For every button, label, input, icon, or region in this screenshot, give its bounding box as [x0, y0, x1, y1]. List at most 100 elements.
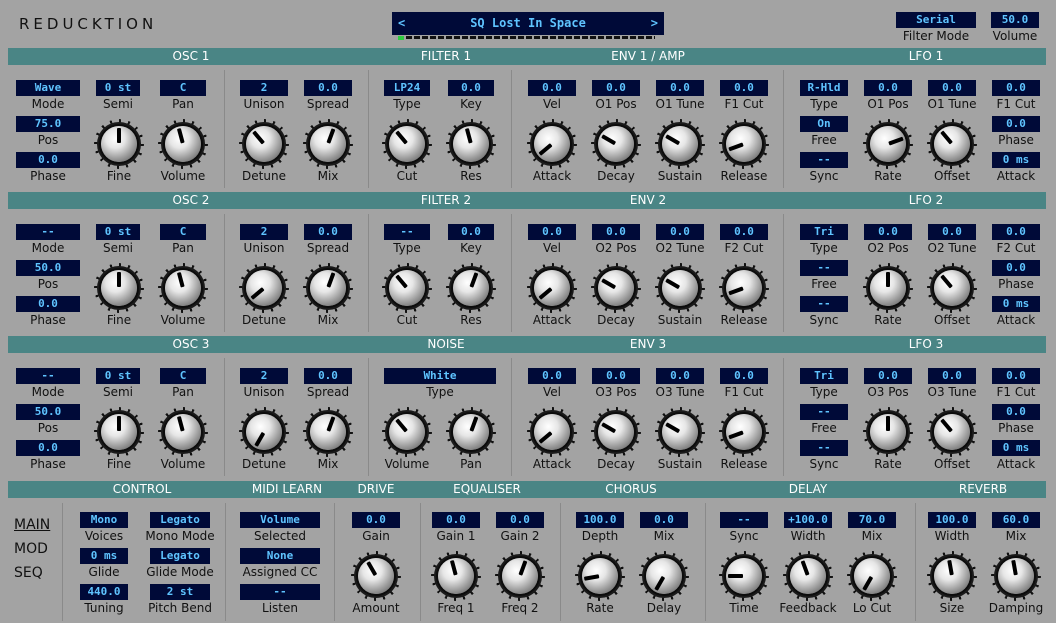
- osc3-semi-value[interactable]: 0 st: [96, 368, 140, 384]
- osc2-unison-value[interactable]: 2: [240, 224, 288, 240]
- osc3-unison-value[interactable]: 2: [240, 368, 288, 384]
- eq-gain1-value[interactable]: 0.0: [432, 512, 480, 528]
- eq-freq1-knob[interactable]: [438, 558, 474, 594]
- lfo2-mod-c-value[interactable]: 0.0: [992, 224, 1040, 240]
- lfo1-mod-c-value[interactable]: 0.0: [992, 80, 1040, 96]
- lfo2-free-value[interactable]: --: [800, 260, 848, 276]
- lfo2-mod-b-value[interactable]: 0.0: [928, 224, 976, 240]
- lfo1-mod-a-value[interactable]: 0.0: [864, 80, 912, 96]
- lfo1-phase-value[interactable]: 0.0: [992, 116, 1040, 132]
- lfo2-type-value[interactable]: Tri: [800, 224, 848, 240]
- lfo1-free-value[interactable]: On: [800, 116, 848, 132]
- osc1-mode-value[interactable]: Wave: [16, 80, 80, 96]
- osc1-detune-knob[interactable]: [246, 126, 282, 162]
- osc3-pan-value[interactable]: C: [160, 368, 206, 384]
- filter2-cut-knob[interactable]: [389, 270, 425, 306]
- osc1-pan-value[interactable]: C: [160, 80, 206, 96]
- env1-vel-value[interactable]: 0.0: [528, 80, 576, 96]
- next-preset-button[interactable]: >: [651, 12, 658, 35]
- filter1-type-value[interactable]: LP24: [384, 80, 430, 96]
- midi-listen-value[interactable]: --: [240, 584, 320, 600]
- env1-attack-knob[interactable]: [534, 126, 570, 162]
- osc3-volume-knob[interactable]: [165, 414, 201, 450]
- lfo3-rate-knob[interactable]: [870, 414, 906, 450]
- env1-sustain-knob[interactable]: [662, 126, 698, 162]
- osc1-unison-value[interactable]: 2: [240, 80, 288, 96]
- env3-mod-a-value[interactable]: 0.0: [592, 368, 640, 384]
- lfo3-mod-b-value[interactable]: 0.0: [928, 368, 976, 384]
- reverb-size-knob[interactable]: [934, 558, 970, 594]
- env1-decay-knob[interactable]: [598, 126, 634, 162]
- env3-attack-knob[interactable]: [534, 414, 570, 450]
- chorus-depth-value[interactable]: 100.0: [576, 512, 624, 528]
- osc2-volume-knob[interactable]: [165, 270, 201, 306]
- osc2-mix-knob[interactable]: [310, 270, 346, 306]
- env2-vel-value[interactable]: 0.0: [528, 224, 576, 240]
- reverb-mix-value[interactable]: 60.0: [992, 512, 1040, 528]
- osc2-phase-value[interactable]: 0.0: [16, 296, 80, 312]
- filter1-res-knob[interactable]: [453, 126, 489, 162]
- env2-release-knob[interactable]: [726, 270, 762, 306]
- lfo1-rate-knob[interactable]: [870, 126, 906, 162]
- chorus-rate-knob[interactable]: [582, 558, 618, 594]
- osc1-spread-value[interactable]: 0.0: [304, 80, 352, 96]
- mono-mode-value[interactable]: Legato: [150, 512, 210, 528]
- env1-mod-b-value[interactable]: 0.0: [656, 80, 704, 96]
- osc3-mode-value[interactable]: --: [16, 368, 80, 384]
- lfo1-attack-value[interactable]: 0 ms: [992, 152, 1040, 168]
- osc3-pos-value[interactable]: 50.0: [16, 404, 80, 420]
- lfo1-sync-value[interactable]: --: [800, 152, 848, 168]
- eq-gain2-value[interactable]: 0.0: [496, 512, 544, 528]
- env2-mod-a-value[interactable]: 0.0: [592, 224, 640, 240]
- delay-mix-value[interactable]: 70.0: [848, 512, 896, 528]
- reverb-damping-knob[interactable]: [998, 558, 1034, 594]
- noise-type-value[interactable]: White: [384, 368, 496, 384]
- filter1-cut-knob[interactable]: [389, 126, 425, 162]
- osc2-fine-knob[interactable]: [101, 270, 137, 306]
- lfo1-mod-b-value[interactable]: 0.0: [928, 80, 976, 96]
- osc1-semi-value[interactable]: 0 st: [96, 80, 140, 96]
- osc3-detune-knob[interactable]: [246, 414, 282, 450]
- lfo1-offset-knob[interactable]: [934, 126, 970, 162]
- lfo2-attack-value[interactable]: 0 ms: [992, 296, 1040, 312]
- env2-attack-knob[interactable]: [534, 270, 570, 306]
- osc1-pos-value[interactable]: 75.0: [16, 116, 80, 132]
- osc2-spread-value[interactable]: 0.0: [304, 224, 352, 240]
- lfo2-sync-value[interactable]: --: [800, 296, 848, 312]
- voices-value[interactable]: Mono: [80, 512, 128, 528]
- lfo3-offset-knob[interactable]: [934, 414, 970, 450]
- env2-sustain-knob[interactable]: [662, 270, 698, 306]
- midi-assigned-value[interactable]: None: [240, 548, 320, 564]
- master-volume-value[interactable]: 50.0: [991, 12, 1039, 28]
- env1-mod-c-value[interactable]: 0.0: [720, 80, 768, 96]
- filter2-res-knob[interactable]: [453, 270, 489, 306]
- noise-pan-knob[interactable]: [453, 414, 489, 450]
- osc1-mix-knob[interactable]: [310, 126, 346, 162]
- osc2-pan-value[interactable]: C: [160, 224, 206, 240]
- delay-time-knob[interactable]: [726, 558, 762, 594]
- lfo2-phase-value[interactable]: 0.0: [992, 260, 1040, 276]
- tuning-value[interactable]: 440.0: [80, 584, 128, 600]
- filter2-key-value[interactable]: 0.0: [448, 224, 494, 240]
- osc1-volume-knob[interactable]: [165, 126, 201, 162]
- nav-mod[interactable]: MOD: [14, 541, 48, 557]
- env2-decay-knob[interactable]: [598, 270, 634, 306]
- nav-seq[interactable]: SEQ: [14, 565, 43, 581]
- osc3-mix-knob[interactable]: [310, 414, 346, 450]
- env1-mod-a-value[interactable]: 0.0: [592, 80, 640, 96]
- env2-mod-b-value[interactable]: 0.0: [656, 224, 704, 240]
- lfo3-sync-value[interactable]: --: [800, 440, 848, 456]
- env3-release-knob[interactable]: [726, 414, 762, 450]
- osc1-fine-knob[interactable]: [101, 126, 137, 162]
- osc1-phase-value[interactable]: 0.0: [16, 152, 80, 168]
- env3-decay-knob[interactable]: [598, 414, 634, 450]
- delay-locut-knob[interactable]: [854, 558, 890, 594]
- delay-feedback-knob[interactable]: [790, 558, 826, 594]
- lfo3-free-value[interactable]: --: [800, 404, 848, 420]
- osc3-spread-value[interactable]: 0.0: [304, 368, 352, 384]
- glide-value[interactable]: 0 ms: [80, 548, 128, 564]
- drive-amount-knob[interactable]: [358, 558, 394, 594]
- osc3-phase-value[interactable]: 0.0: [16, 440, 80, 456]
- lfo3-mod-c-value[interactable]: 0.0: [992, 368, 1040, 384]
- osc2-detune-knob[interactable]: [246, 270, 282, 306]
